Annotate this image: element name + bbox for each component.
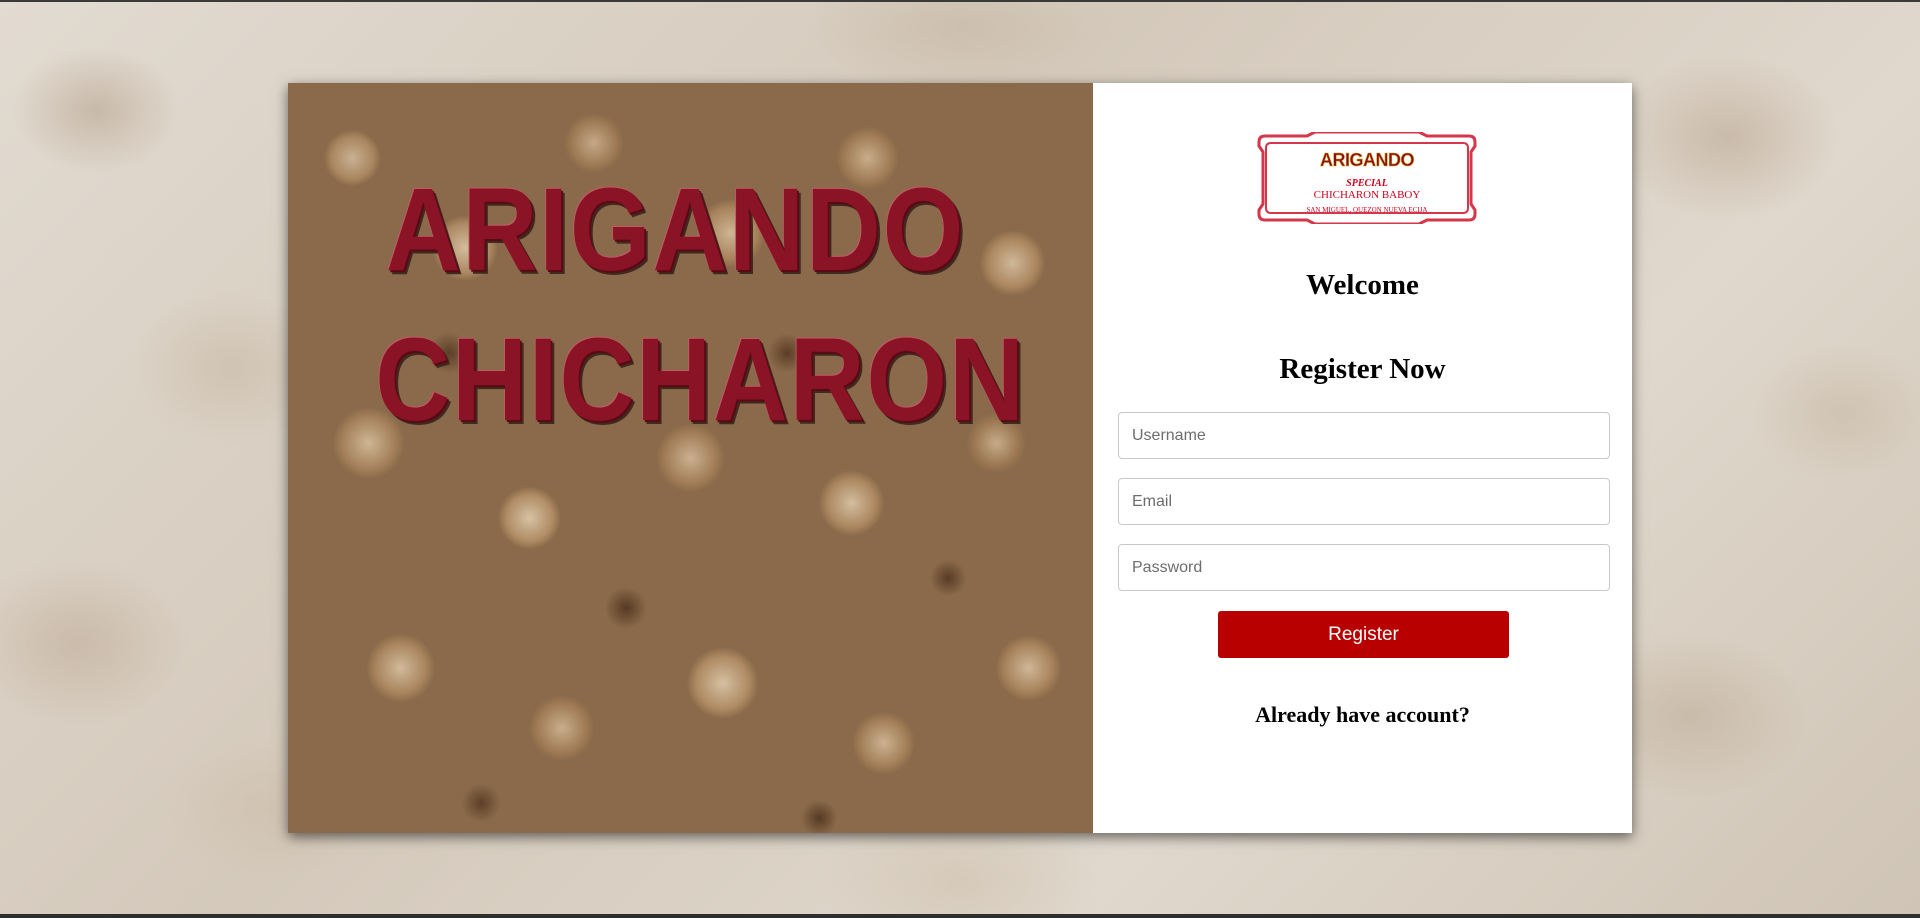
already-have-account-link[interactable]: Already have account? bbox=[1093, 702, 1632, 728]
register-card: ARIGANDO CHICHARON ARIGANDO SPECIAL CHIC… bbox=[288, 83, 1632, 833]
hero-title: ARIGANDO CHICHARON bbox=[288, 155, 1093, 455]
bottom-edge bbox=[0, 914, 1920, 918]
logo-location: SAN MIGUEL, QUEZON NUEVA ECIJA bbox=[1306, 206, 1427, 214]
hero-title-line-1: ARIGANDO bbox=[385, 164, 966, 296]
register-heading: Register Now bbox=[1279, 353, 1446, 385]
logo-brand: ARIGANDO bbox=[1320, 150, 1414, 170]
register-panel: ARIGANDO SPECIAL CHICHARON BABOY SAN MIG… bbox=[1093, 83, 1632, 833]
hero-title-line-2: CHICHARON bbox=[375, 314, 1026, 446]
page-background: ARIGANDO CHICHARON ARIGANDO SPECIAL CHIC… bbox=[0, 0, 1920, 918]
email-input[interactable] bbox=[1118, 478, 1610, 525]
register-button[interactable]: Register bbox=[1218, 611, 1509, 658]
top-edge bbox=[0, 0, 1920, 2]
logo-product: CHICHARON BABOY bbox=[1314, 189, 1421, 201]
password-input[interactable] bbox=[1118, 544, 1610, 591]
logo-special: SPECIAL bbox=[1346, 178, 1388, 189]
welcome-heading: Welcome bbox=[1306, 269, 1419, 301]
hero-image: ARIGANDO CHICHARON bbox=[288, 83, 1093, 833]
username-input[interactable] bbox=[1118, 412, 1610, 459]
brand-logo: ARIGANDO SPECIAL CHICHARON BABOY SAN MIG… bbox=[1257, 132, 1477, 224]
